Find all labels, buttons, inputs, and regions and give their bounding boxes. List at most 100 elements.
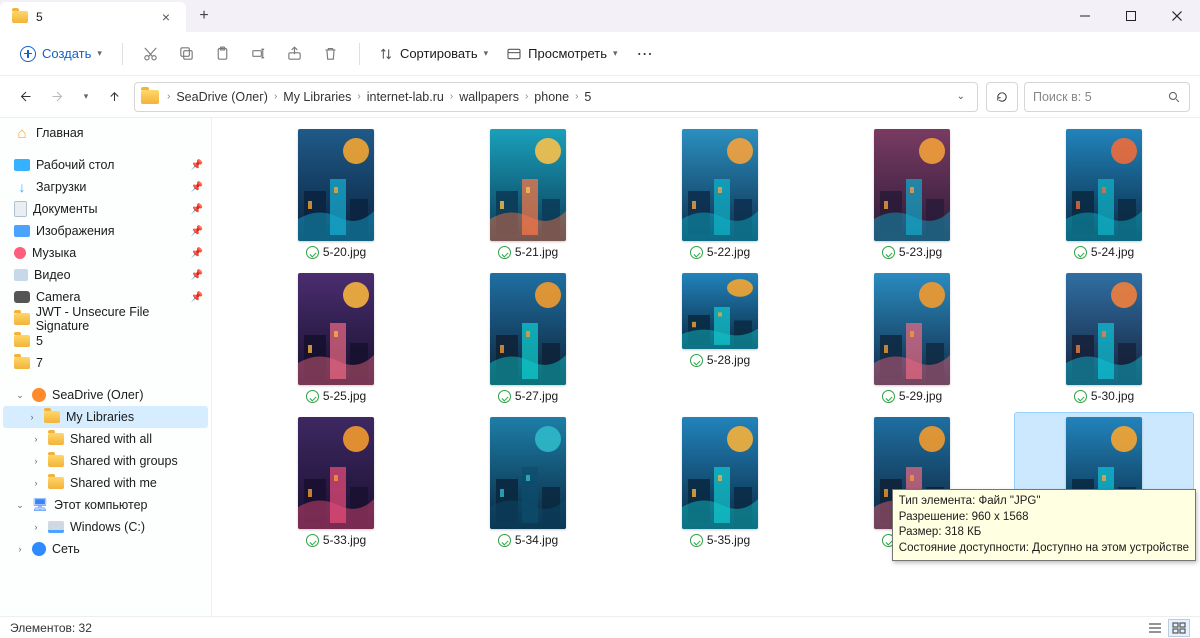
sidebar-item-pictures[interactable]: Изображения📌 bbox=[0, 220, 211, 242]
chevron-right-icon[interactable]: › bbox=[30, 478, 42, 488]
chevron-right-icon[interactable]: › bbox=[30, 522, 42, 532]
sidebar-item-downloads[interactable]: ↓Загрузки📌 bbox=[0, 176, 211, 198]
sort-icon bbox=[378, 46, 394, 62]
chevron-down-icon[interactable]: ⌄ bbox=[14, 390, 26, 401]
chevron-right-icon: › bbox=[272, 91, 279, 102]
sidebar-item-mylibraries[interactable]: ›My Libraries bbox=[3, 406, 208, 428]
file-name: 5-30.jpg bbox=[1091, 389, 1134, 403]
status-item-count: Элементов: 32 bbox=[10, 621, 92, 635]
status-bar: Элементов: 32 bbox=[0, 616, 1200, 638]
folder-icon bbox=[48, 433, 64, 445]
breadcrumb-segment[interactable]: 5 bbox=[580, 90, 595, 104]
pin-icon: 📌 bbox=[191, 160, 203, 171]
file-item[interactable]: 5-28.jpg bbox=[630, 268, 810, 412]
sidebar-item-shared-me[interactable]: ›Shared with me bbox=[0, 472, 211, 494]
window-maximize-button[interactable] bbox=[1108, 0, 1154, 32]
chevron-down-icon: ▾ bbox=[84, 91, 89, 102]
sidebar-item-music[interactable]: Музыка📌 bbox=[0, 242, 211, 264]
delete-button[interactable] bbox=[313, 38, 349, 70]
sidebar-item-jwt[interactable]: JWT - Unsecure File Signature bbox=[0, 308, 211, 330]
view-icon bbox=[506, 46, 522, 62]
view-thumbnails-button[interactable] bbox=[1168, 619, 1190, 637]
address-bar[interactable]: › SeaDrive (Олег)›My Libraries›internet-… bbox=[134, 82, 978, 112]
sidebar-item-documents[interactable]: Документы📌 bbox=[0, 198, 211, 220]
file-item[interactable]: 5-30.jpg bbox=[1014, 268, 1194, 412]
file-item[interactable]: 5-34.jpg bbox=[438, 412, 618, 556]
chevron-right-icon[interactable]: › bbox=[26, 412, 38, 422]
sidebar-item-desktop[interactable]: Рабочий стол📌 bbox=[0, 154, 211, 176]
breadcrumb-segment[interactable]: My Libraries bbox=[279, 90, 355, 104]
file-item[interactable]: 5-21.jpg bbox=[438, 124, 618, 268]
file-grid[interactable]: 5-20.jpg 5-21.jpg bbox=[212, 118, 1200, 616]
file-name: 5-28.jpg bbox=[707, 353, 750, 367]
video-icon bbox=[14, 269, 28, 281]
sidebar-item-shared-all[interactable]: ›Shared with all bbox=[0, 428, 211, 450]
cut-button[interactable] bbox=[133, 38, 169, 70]
close-tab-icon[interactable]: × bbox=[156, 9, 176, 25]
network-icon bbox=[32, 542, 46, 556]
sidebar-item-drive-c[interactable]: ›Windows (C:) bbox=[0, 516, 211, 538]
file-name: 5-21.jpg bbox=[515, 245, 558, 259]
breadcrumb-segment[interactable]: phone bbox=[530, 90, 573, 104]
music-icon bbox=[14, 247, 26, 259]
chevron-right-icon: › bbox=[523, 91, 530, 102]
chevron-right-icon[interactable]: › bbox=[14, 544, 26, 554]
file-item[interactable]: 5-22.jpg bbox=[630, 124, 810, 268]
file-name: 5-35.jpg bbox=[707, 533, 750, 547]
sidebar-item-seadrive[interactable]: ⌄SeaDrive (Олег) bbox=[0, 384, 211, 406]
search-input[interactable]: Поиск в: 5 bbox=[1024, 82, 1190, 112]
view-details-button[interactable] bbox=[1144, 619, 1166, 637]
sidebar-item-7[interactable]: 7 bbox=[0, 352, 211, 374]
file-item[interactable]: 5-29.jpg bbox=[822, 268, 1002, 412]
breadcrumb-segment[interactable]: wallpapers bbox=[455, 90, 523, 104]
pictures-icon bbox=[14, 225, 30, 237]
nav-back-button[interactable] bbox=[10, 83, 38, 111]
sidebar-item-videos[interactable]: Видео📌 bbox=[0, 264, 211, 286]
file-thumbnail bbox=[490, 417, 566, 529]
view-button[interactable]: Просмотреть ▾ bbox=[498, 42, 625, 66]
sidebar-item-network[interactable]: ›Сеть bbox=[0, 538, 211, 560]
sync-ok-icon bbox=[1074, 246, 1087, 259]
file-item[interactable]: 5-24.jpg bbox=[1014, 124, 1194, 268]
refresh-button[interactable] bbox=[986, 82, 1018, 112]
create-button[interactable]: Создать ▾ bbox=[10, 42, 112, 66]
paste-button[interactable] bbox=[205, 38, 241, 70]
chevron-right-icon[interactable]: › bbox=[30, 434, 42, 444]
nav-recent-button[interactable]: ▾ bbox=[78, 83, 94, 111]
sync-ok-icon bbox=[690, 246, 703, 259]
file-item[interactable]: 5-25.jpg bbox=[246, 268, 426, 412]
file-item[interactable]: 5-33.jpg bbox=[246, 412, 426, 556]
toolbar: Создать ▾ Сортировать ▾ Просмотреть ▾ ⋯ bbox=[0, 32, 1200, 76]
sync-ok-icon bbox=[306, 534, 319, 547]
sidebar-item-shared-groups[interactable]: ›Shared with groups bbox=[0, 450, 211, 472]
sidebar-item-thispc[interactable]: ⌄🖥Этот компьютер bbox=[0, 494, 211, 516]
chevron-right-icon[interactable]: › bbox=[30, 456, 42, 466]
chevron-down-icon[interactable]: ⌄ bbox=[14, 500, 26, 511]
window-minimize-button[interactable] bbox=[1062, 0, 1108, 32]
file-item[interactable]: 5-20.jpg bbox=[246, 124, 426, 268]
share-button[interactable] bbox=[277, 38, 313, 70]
tab[interactable]: 5 × bbox=[0, 2, 186, 32]
sidebar-item-home[interactable]: ⌂Главная bbox=[0, 122, 211, 144]
chevron-down-icon[interactable]: ⌄ bbox=[951, 91, 971, 102]
window-close-button[interactable] bbox=[1154, 0, 1200, 32]
sort-button[interactable]: Сортировать ▾ bbox=[370, 42, 496, 66]
new-tab-button[interactable]: + bbox=[186, 0, 222, 32]
nav-forward-button[interactable] bbox=[44, 83, 72, 111]
nav-up-button[interactable] bbox=[100, 83, 128, 111]
folder-icon bbox=[14, 313, 30, 325]
sidebar-item-5[interactable]: 5 bbox=[0, 330, 211, 352]
plus-circle-icon bbox=[20, 46, 36, 62]
copy-button[interactable] bbox=[169, 38, 205, 70]
seadrive-icon bbox=[32, 388, 46, 402]
file-item[interactable]: 5-23.jpg bbox=[822, 124, 1002, 268]
file-item[interactable]: 5-35.jpg bbox=[630, 412, 810, 556]
file-item[interactable]: 5-27.jpg bbox=[438, 268, 618, 412]
rename-button[interactable] bbox=[241, 38, 277, 70]
breadcrumb: SeaDrive (Олег)›My Libraries›internet-la… bbox=[172, 90, 595, 104]
file-thumbnail bbox=[682, 273, 758, 349]
more-button[interactable]: ⋯ bbox=[628, 44, 664, 64]
breadcrumb-segment[interactable]: internet-lab.ru bbox=[363, 90, 448, 104]
drive-icon bbox=[48, 521, 64, 533]
breadcrumb-segment[interactable]: SeaDrive (Олег) bbox=[172, 90, 272, 104]
